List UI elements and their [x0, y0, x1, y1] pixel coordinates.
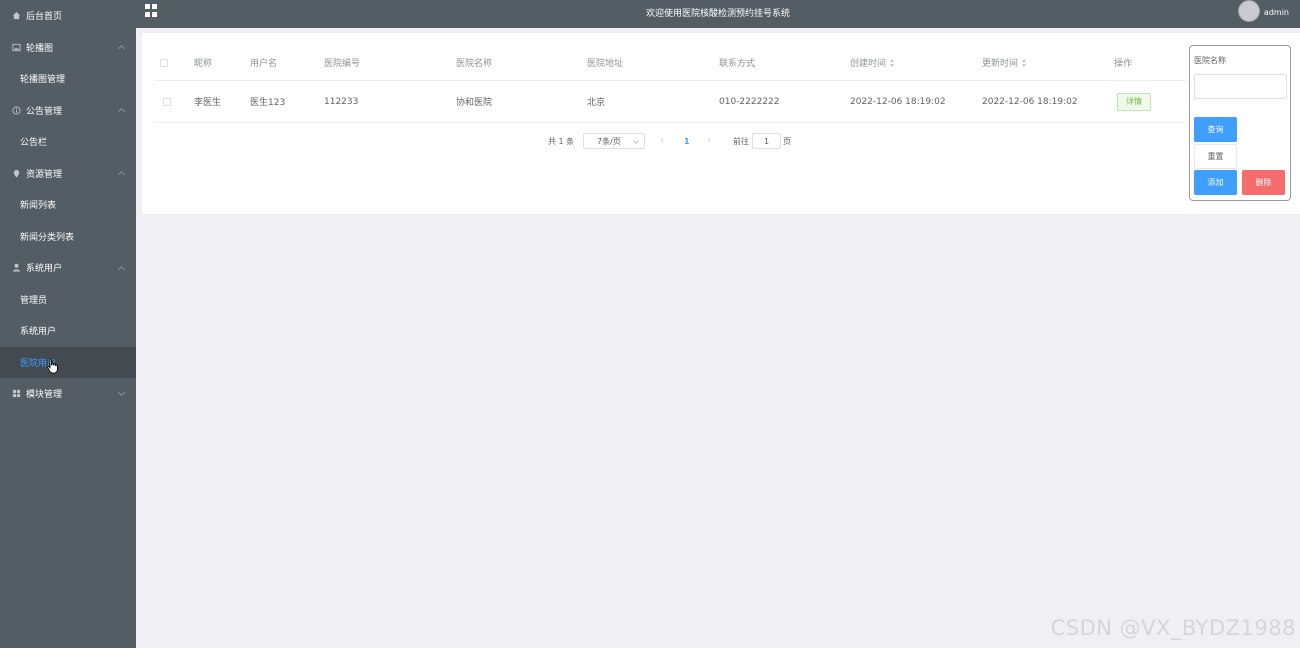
select-all-checkbox[interactable] [160, 58, 168, 67]
watermark: CSDN @VX_BYDZ1988 [1050, 616, 1296, 640]
page-size-select[interactable]: 7条/页 [583, 133, 645, 149]
table-row: 李医生 医生123 112233 协和医院 北京 010-2222222 202… [154, 81, 1186, 123]
total-count: 共 1 条 [548, 136, 575, 146]
column-header: 昵称 [194, 59, 213, 69]
sidebar-item-label: 新闻分类列表 [20, 232, 75, 243]
chevron-down-icon [633, 138, 639, 144]
avatar[interactable] [1238, 0, 1260, 22]
hospital-name-label: 医院名称 [1194, 56, 1226, 65]
location-icon [11, 168, 21, 178]
column-header: 操作 [1114, 59, 1133, 69]
column-header-created[interactable]: 创建时间 [850, 45, 895, 80]
username-label[interactable]: admin [1264, 8, 1289, 17]
cell-updated: 2022-12-06 18:19:02 [982, 96, 1078, 107]
row-checkbox[interactable] [163, 97, 171, 106]
sidebar-item-label: 轮播图 [26, 43, 54, 54]
sidebar: 后台首页 轮播图 轮播图管理 公告管理 公告栏 资源管理 新闻列表 新闻分类列表 [0, 0, 136, 648]
chevron-down-icon [117, 388, 126, 396]
sidebar-item-label: 公告管理 [26, 106, 63, 117]
content-card: 昵称 用户名 医院编号 医院名称 医院地址 联系方式 创建时间 更新时间 操作 … [142, 33, 1300, 214]
next-page-icon[interactable]: › [707, 133, 711, 149]
column-header: 联系方式 [719, 59, 756, 69]
column-header: 医院编号 [324, 59, 361, 69]
home-icon [11, 11, 21, 21]
column-header: 医院名称 [456, 59, 493, 69]
user-icon [11, 263, 21, 273]
picture-icon [11, 42, 21, 52]
hospital-name-input[interactable] [1194, 74, 1287, 99]
top-header: 欢迎使用医院核酸检测预约挂号系统 admin [136, 0, 1300, 28]
sidebar-item-label: 系统用户 [20, 327, 57, 338]
hand-cursor-icon [47, 358, 58, 374]
sidebar-item-notice[interactable]: 公告管理 [0, 95, 136, 127]
sidebar-item-carousel-manage[interactable]: 轮播图管理 [0, 63, 136, 95]
sidebar-item-label: 模块管理 [26, 390, 63, 401]
cell-hospital-name: 协和医院 [456, 98, 493, 108]
reset-button[interactable]: 重置 [1194, 144, 1237, 169]
current-page[interactable]: 1 [684, 133, 690, 149]
cell-contact: 010-2222222 [719, 96, 780, 107]
chevron-up-icon [117, 171, 126, 179]
cell-nickname: 李医生 [194, 98, 222, 108]
sidebar-item-carousel[interactable]: 轮播图 [0, 32, 136, 64]
detail-button[interactable]: 详情 [1117, 92, 1151, 111]
sort-icon[interactable] [890, 58, 895, 67]
cell-created: 2022-12-06 18:19:02 [850, 96, 946, 107]
chevron-up-icon [117, 108, 126, 116]
column-header-label: 更新时间 [982, 59, 1019, 69]
table-header: 昵称 用户名 医院编号 医院名称 医院地址 联系方式 创建时间 更新时间 操作 [154, 45, 1186, 81]
sidebar-item-sys-users[interactable]: 系统用户 [0, 315, 136, 347]
sidebar-item-label: 系统用户 [26, 264, 63, 275]
sidebar-item-modules[interactable]: 模块管理 [0, 378, 136, 410]
sort-icon[interactable] [1022, 58, 1027, 67]
chevron-up-icon [117, 45, 126, 53]
info-icon [11, 105, 21, 115]
cell-username: 医生123 [250, 98, 286, 108]
sidebar-item-hospital-users[interactable]: 医院用户 [0, 346, 136, 378]
page-title: 欢迎使用医院核酸检测预约挂号系统 [645, 9, 790, 19]
sidebar-item-label: 资源管理 [26, 169, 63, 180]
sidebar-item-label: 轮播图管理 [20, 75, 66, 86]
goto-page-input[interactable]: 1 [752, 133, 781, 149]
sidebar-item-news-list[interactable]: 新闻列表 [0, 189, 136, 221]
column-header-label: 创建时间 [850, 59, 887, 69]
sidebar-item-label: 管理员 [20, 295, 48, 306]
data-table: 昵称 用户名 医院编号 医院名称 医院地址 联系方式 创建时间 更新时间 操作 … [154, 45, 1186, 123]
grid-icon [11, 389, 21, 399]
sidebar-item-resources[interactable]: 资源管理 [0, 158, 136, 190]
delete-button[interactable]: 删除 [1242, 170, 1285, 195]
sidebar-item-home[interactable]: 后台首页 [0, 0, 136, 32]
sidebar-item-notice-board[interactable]: 公告栏 [0, 126, 136, 158]
sidebar-item-news-category[interactable]: 新闻分类列表 [0, 221, 136, 253]
goto-label: 前往 [733, 136, 749, 146]
page-unit-label: 页 [783, 136, 791, 146]
cell-hospital-address: 北京 [587, 98, 606, 108]
cell-hospital-no: 112233 [324, 96, 359, 107]
search-panel: 医院名称 查询 重置 添加 删除 [1189, 45, 1291, 201]
sidebar-item-system-users[interactable]: 系统用户 [0, 252, 136, 284]
column-header: 医院地址 [587, 59, 624, 69]
add-button[interactable]: 添加 [1194, 170, 1237, 195]
chevron-up-icon [117, 265, 126, 273]
sidebar-item-label: 公告栏 [20, 138, 48, 149]
query-button[interactable]: 查询 [1194, 117, 1237, 142]
pagination: 共 1 条 7条/页 ‹ 1 › 前往 1 页 [142, 133, 1174, 151]
column-header: 用户名 [250, 59, 278, 69]
sidebar-item-label: 新闻列表 [20, 201, 57, 212]
sidebar-item-label: 后台首页 [26, 12, 63, 23]
sidebar-item-admins[interactable]: 管理员 [0, 284, 136, 316]
column-header-updated[interactable]: 更新时间 [982, 45, 1027, 80]
page-size-value: 7条/页 [597, 136, 621, 146]
prev-page-icon[interactable]: ‹ [660, 133, 664, 149]
